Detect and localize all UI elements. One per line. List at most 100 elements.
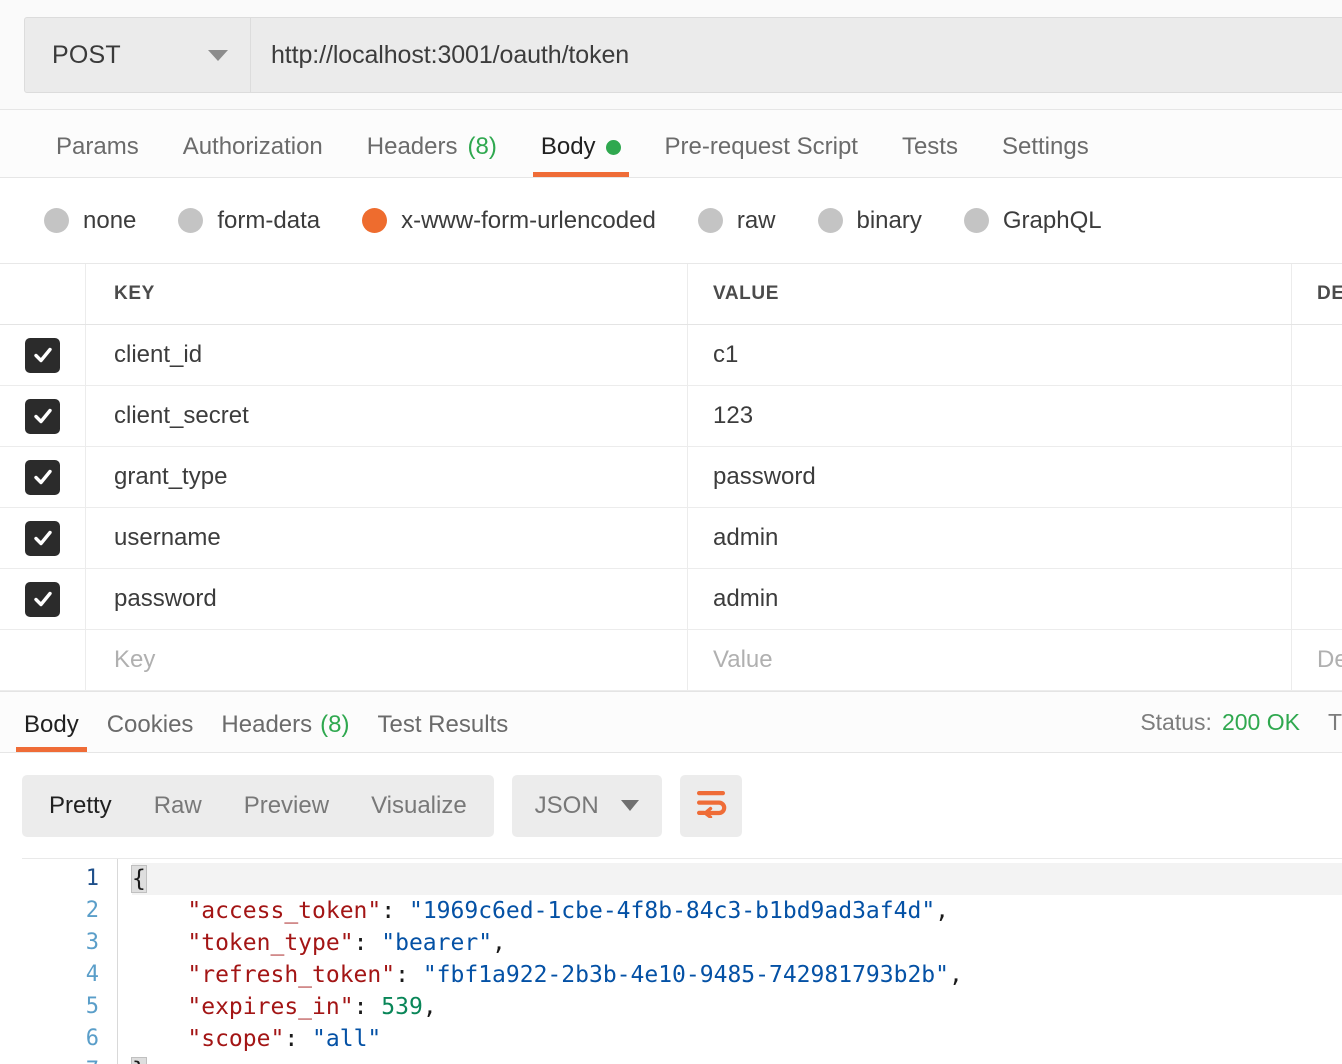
tab-authorization[interactable]: Authorization [161,133,345,177]
row-value[interactable]: admin [713,585,778,613]
view-mode-preview[interactable]: Preview [223,775,350,837]
row-value[interactable]: c1 [713,341,738,369]
response-tab-body-label: Body [24,711,79,738]
new-key-input[interactable]: Key [114,646,155,674]
response-format-select[interactable]: JSON [511,774,662,837]
line-number: 4 [85,962,99,987]
http-method-select[interactable]: POST [25,18,251,92]
row-key[interactable]: client_id [114,341,202,369]
new-value-input[interactable]: Value [713,646,773,674]
row-key[interactable]: username [114,524,221,552]
editor-code-content[interactable]: { "access_token": "1969c6ed-1cbe-4f8b-84… [118,859,1342,1064]
response-tab-body[interactable]: Body [10,711,93,752]
radio-icon-binary[interactable] [817,208,843,233]
response-tab-test-results[interactable]: Test Results [363,711,522,752]
code-token-key: "expires_in" [187,994,354,1020]
body-type-binary[interactable]: binary [817,207,922,235]
row-checkbox-cell [0,386,86,446]
row-key[interactable]: client_secret [114,402,249,430]
row-key[interactable]: password [114,585,217,613]
row-value[interactable]: 123 [713,402,753,430]
body-type-graphql-label: GraphQL [1002,206,1102,234]
editor-line-number-gutter: 1 2 3 4 5 6 7 [22,859,118,1064]
body-type-urlencoded[interactable]: x-www-form-urlencoded [362,207,656,235]
table-row[interactable]: client_id c1 [0,325,1342,386]
line-number: 5 [85,994,99,1019]
code-token-str: "fbf1a922-2b3b-4e10-9485-742981793b2b" [422,962,950,988]
view-mode-raw-label: Raw [153,791,202,819]
response-tabs-left: Body Cookies Headers (8) Test Results [0,711,522,752]
row-key[interactable]: grant_type [114,463,227,491]
code-token-punc: : [381,898,409,924]
word-wrap-icon [694,788,728,823]
body-type-raw[interactable]: raw [697,206,776,235]
radio-icon-raw[interactable] [697,208,723,233]
table-row[interactable]: grant_type password [0,447,1342,508]
tab-params[interactable]: Params [34,133,161,177]
view-mode-raw[interactable]: Raw [133,775,223,837]
chevron-down-icon [208,49,228,61]
radio-icon-urlencoded-selected[interactable] [362,208,388,233]
table-row[interactable]: username admin [0,508,1342,569]
checkbox-icon-checked[interactable] [25,398,60,434]
body-type-none-label: none [83,206,137,234]
radio-icon-graphql[interactable] [963,208,989,233]
view-mode-pretty[interactable]: Pretty [28,775,133,837]
code-line: { [131,863,1342,895]
response-tab-cookies-label: Cookies [106,711,194,738]
tab-body[interactable]: Body [519,133,643,177]
row-value[interactable]: password [713,463,816,491]
url-input[interactable]: http://localhost:3001/oauth/token [251,18,1342,92]
body-type-raw-label: raw [736,206,776,234]
table-header-row: KEY VALUE DESCRIPTION [0,264,1342,325]
code-token-punc: : [284,1026,313,1052]
body-type-form-data-label: form-data [217,206,321,234]
table-row[interactable]: client_secret 123 [0,386,1342,447]
row-checkbox-cell-empty [0,630,86,690]
response-tab-cookies[interactable]: Cookies [93,711,208,752]
response-tab-headers-count: (8) [320,711,350,738]
word-wrap-button[interactable] [679,774,742,837]
body-type-form-data[interactable]: form-data [178,207,320,235]
radio-icon-form-data[interactable] [178,208,204,233]
body-type-none[interactable]: none [44,207,136,235]
code-token-key: "refresh_token" [187,962,396,988]
chevron-down-icon [620,800,639,811]
status-label: Status: [1140,709,1212,735]
checkbox-icon-checked[interactable] [25,581,60,617]
checkbox-icon-checked[interactable] [25,459,60,495]
response-tab-test-results-label: Test Results [377,711,509,738]
table-row[interactable]: password admin [0,569,1342,630]
body-type-graphql[interactable]: GraphQL [963,206,1102,235]
code-token-key: "scope" [187,1026,285,1052]
table-row-empty[interactable]: Key Value Description [0,630,1342,691]
tab-pre-request-script[interactable]: Pre-request Script [643,133,880,177]
response-tab-headers[interactable]: Headers (8) [207,711,363,752]
code-line: "refresh_token": "fbf1a922-2b3b-4e10-948… [132,959,1342,991]
body-params-table: KEY VALUE DESCRIPTION client_id c1 clien… [0,264,1342,691]
new-description-input[interactable]: Description [1317,646,1342,674]
line-number: 2 [85,898,99,923]
tab-tests[interactable]: Tests [880,133,980,177]
column-header-key: KEY [114,283,155,304]
tab-settings[interactable]: Settings [980,133,1111,177]
response-toolbar: Pretty Raw Preview Visualize JSON [0,753,1342,858]
checkbox-icon-checked[interactable] [25,337,60,373]
view-mode-visualize-label: Visualize [371,791,467,819]
code-token-str: "1969c6ed-1cbe-4f8b-84c3-b1bd9ad3af4d" [408,898,936,924]
column-header-value: VALUE [713,283,779,304]
radio-icon-none[interactable] [44,208,69,233]
code-token-str: "bearer" [381,930,493,956]
code-token-key: "access_token" [187,898,382,924]
view-mode-visualize[interactable]: Visualize [350,775,488,837]
response-body-editor[interactable]: 1 2 3 4 5 6 7 { "access_token": "1969c6e… [22,858,1342,1064]
view-mode-pretty-label: Pretty [49,791,112,819]
tab-headers[interactable]: Headers (8) [345,133,519,177]
row-value[interactable]: admin [713,524,778,552]
green-dot-icon [605,139,621,155]
checkbox-icon-checked[interactable] [25,520,60,556]
body-type-radio-group: none form-data x-www-form-urlencoded raw… [0,178,1342,264]
code-token-punc: , [949,962,963,988]
code-token-punc: : [353,994,382,1020]
tab-headers-label: Headers [366,133,458,160]
